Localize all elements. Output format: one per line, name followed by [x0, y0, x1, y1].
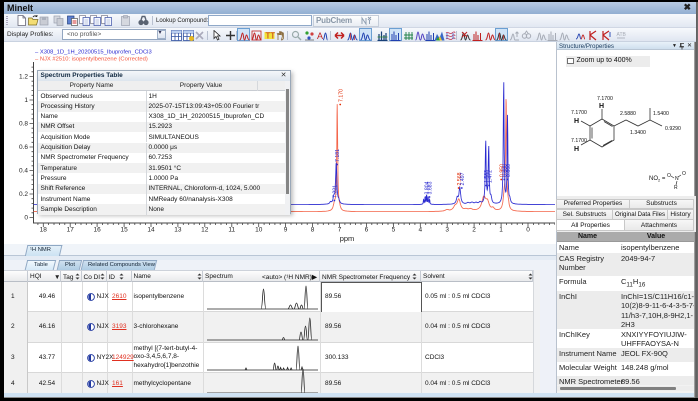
- svg-text:10: 10: [255, 227, 263, 234]
- svg-text:O: O: [682, 171, 686, 177]
- svg-text:2.5880: 2.5880: [620, 111, 636, 117]
- svg-text:H: H: [599, 103, 604, 110]
- svg-text:5: 5: [392, 227, 396, 234]
- svg-text:0: 0: [526, 227, 530, 234]
- svg-text:9: 9: [284, 227, 288, 234]
- svg-text:1.2: 1.2: [19, 74, 28, 81]
- svg-text:– X308_1D_1H_20200515_Ibuprofe: – X308_1D_1H_20200515_Ibuprofen_CDCl3: [35, 50, 152, 56]
- svg-text:7.1700: 7.1700: [597, 96, 613, 102]
- svg-text:2: 2: [472, 227, 476, 234]
- svg-text:18: 18: [40, 227, 48, 234]
- svg-text:0: 0: [24, 215, 28, 222]
- svg-text:H: H: [574, 146, 579, 153]
- svg-text:3.683: 3.683: [428, 181, 434, 194]
- svg-text:17: 17: [67, 227, 75, 234]
- svg-text:1.472: 1.472: [487, 170, 493, 183]
- svg-text:7.1700: 7.1700: [571, 110, 587, 116]
- svg-text:O: O: [667, 173, 671, 179]
- svg-text:12: 12: [201, 227, 209, 234]
- svg-text:0.8: 0.8: [19, 121, 28, 128]
- svg-text:ppm: ppm: [340, 234, 355, 243]
- svg-text:0.4: 0.4: [19, 168, 28, 175]
- svg-text:1.3400: 1.3400: [630, 130, 646, 136]
- svg-text:0.860: 0.860: [506, 164, 512, 177]
- svg-text:4: 4: [418, 227, 422, 234]
- svg-text:11: 11: [228, 227, 235, 234]
- svg-text:7: 7: [338, 227, 342, 234]
- svg-text:1: 1: [24, 97, 28, 104]
- svg-text:16: 16: [93, 227, 101, 234]
- svg-text:13: 13: [174, 227, 182, 234]
- svg-text:6: 6: [365, 227, 369, 234]
- svg-text:0.6: 0.6: [19, 144, 28, 151]
- svg-text:2.497: 2.497: [460, 172, 466, 185]
- svg-text:0.2: 0.2: [19, 191, 28, 198]
- svg-text:7.181: 7.181: [335, 149, 341, 162]
- svg-text:7.1700: 7.1700: [571, 138, 587, 144]
- svg-text:NO2 =: NO2 =: [649, 176, 666, 183]
- svg-text:1.5400: 1.5400: [653, 111, 669, 117]
- svg-text:15: 15: [120, 227, 128, 234]
- svg-text:– NJX #2510: isopentylbenzene: – NJX #2510: isopentylbenzene (Corrected…: [35, 57, 148, 63]
- svg-text:7.221: 7.221: [333, 185, 339, 198]
- svg-text:14: 14: [147, 227, 155, 234]
- svg-text:0.9290: 0.9290: [665, 126, 681, 132]
- svg-text:8: 8: [311, 227, 315, 234]
- svg-text:3: 3: [445, 227, 449, 234]
- svg-text:H: H: [574, 118, 579, 125]
- svg-text:ATB: ATB: [616, 32, 626, 38]
- svg-text:1: 1: [499, 227, 503, 234]
- svg-text:7.170: 7.170: [338, 89, 344, 102]
- svg-text:R: R: [674, 185, 678, 191]
